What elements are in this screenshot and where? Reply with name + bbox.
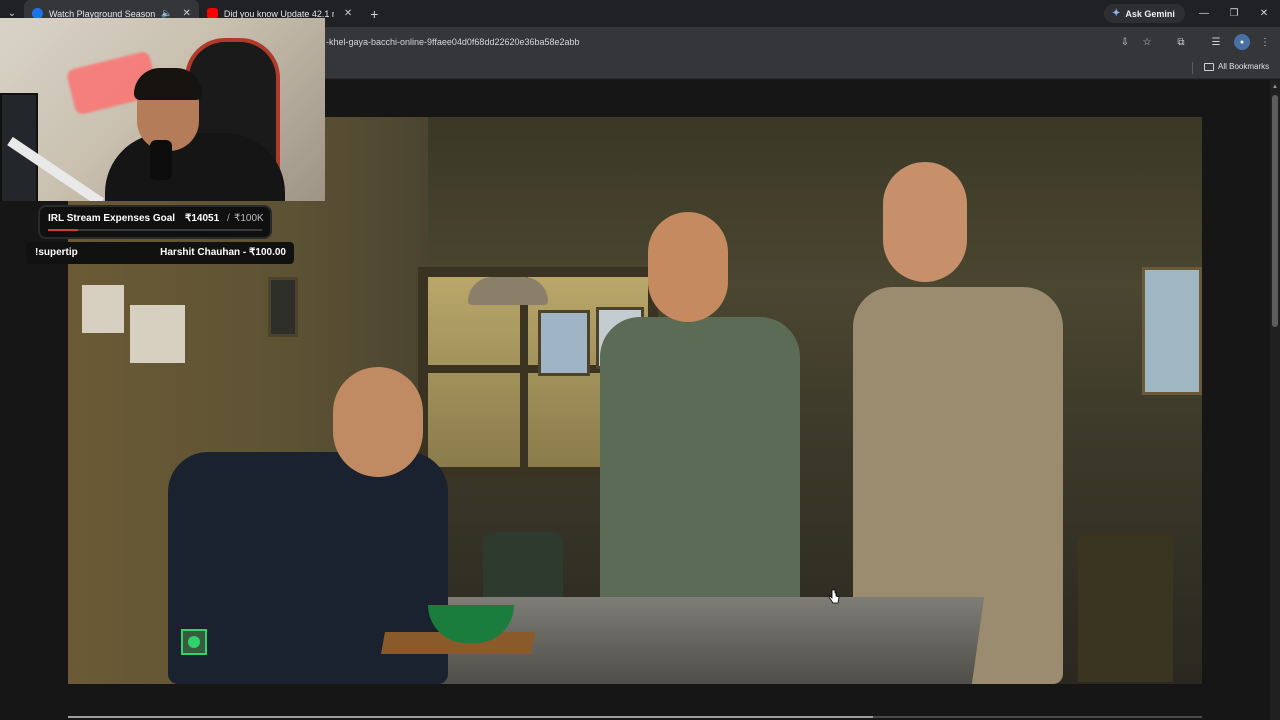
scene-frame	[268, 277, 298, 337]
scene-person-right-head	[883, 162, 967, 282]
address-bar-url[interactable]: -khel-gaya-bacchi-online-9ffaee04d0f68dd…	[326, 37, 580, 47]
scene-person-center	[600, 317, 800, 607]
scrollbar-thumb[interactable]	[1272, 95, 1278, 327]
scene-frame	[1142, 267, 1202, 395]
restore-icon[interactable]: ❐	[1218, 0, 1250, 27]
scene-poster	[82, 285, 124, 333]
veg-mark-icon	[181, 629, 207, 655]
webcam-streamer-hair	[134, 68, 202, 100]
more-menu-icon[interactable]: ⋮	[1257, 34, 1273, 50]
webcam-overlay	[0, 18, 325, 201]
profile-avatar-icon[interactable]: ●	[1234, 34, 1250, 50]
goal-current-amount: ₹14051	[185, 213, 220, 224]
scene-person-seated-head	[333, 367, 423, 477]
tab-title: Watch Playground Season	[49, 8, 156, 19]
stream-goal-widget: IRL Stream Expenses Goal ₹14051 / ₹100K	[40, 207, 270, 237]
goal-label: IRL Stream Expenses Goal	[48, 213, 176, 224]
video-player[interactable]	[68, 117, 1202, 684]
all-bookmarks-label: All Bookmarks	[1218, 62, 1270, 71]
extensions-icon[interactable]: ⧉	[1173, 34, 1189, 50]
microphone-icon	[150, 140, 172, 180]
gemini-spark-icon: ✦	[1112, 8, 1121, 19]
scene-poster	[130, 305, 185, 363]
supertip-command: !supertip	[35, 247, 78, 258]
close-tab-icon[interactable]: ✕	[344, 8, 352, 19]
goal-progress-track	[48, 229, 262, 231]
install-app-icon[interactable]: ⇩	[1117, 34, 1133, 50]
ask-gemini-button[interactable]: ✦ Ask Gemini	[1104, 4, 1185, 23]
folder-icon	[1204, 62, 1214, 71]
scene-frame	[538, 310, 590, 376]
bookmark-star-icon[interactable]: ☆	[1139, 34, 1155, 50]
video-progress-fill	[68, 716, 874, 718]
bookmarks-separator	[1192, 62, 1193, 74]
new-tab-button[interactable]: +	[360, 6, 388, 22]
media-controls-icon[interactable]: ☰	[1208, 34, 1224, 50]
webcam-streamer-body	[105, 133, 285, 201]
goal-separator: /	[227, 213, 230, 224]
goal-target-amount: ₹100K	[234, 213, 264, 224]
scene-lamp	[468, 277, 548, 305]
screen: ⌄ Watch Playground Season 🔈 ✕ Did you kn…	[0, 0, 1280, 720]
minimize-icon[interactable]: —	[1188, 0, 1220, 27]
supertip-donor: Harshit Chauhan - ₹100.00	[160, 247, 286, 258]
tab-title: Did you know Update 42.1 rebr	[223, 8, 334, 19]
goal-progress-fill	[48, 229, 79, 231]
supertip-widget: !supertip Harshit Chauhan - ₹100.00	[26, 242, 294, 264]
ask-gemini-label: Ask Gemini	[1125, 8, 1175, 19]
scene-chair	[1078, 532, 1173, 682]
all-bookmarks-button[interactable]: All Bookmarks	[1204, 62, 1269, 71]
hand-cursor-icon	[828, 589, 840, 604]
close-window-icon[interactable]: ✕	[1248, 0, 1280, 27]
veg-mark-dot	[188, 636, 200, 648]
scene-person-center-head	[648, 212, 728, 322]
scroll-up-arrow-icon[interactable]: ▲	[1272, 84, 1278, 90]
